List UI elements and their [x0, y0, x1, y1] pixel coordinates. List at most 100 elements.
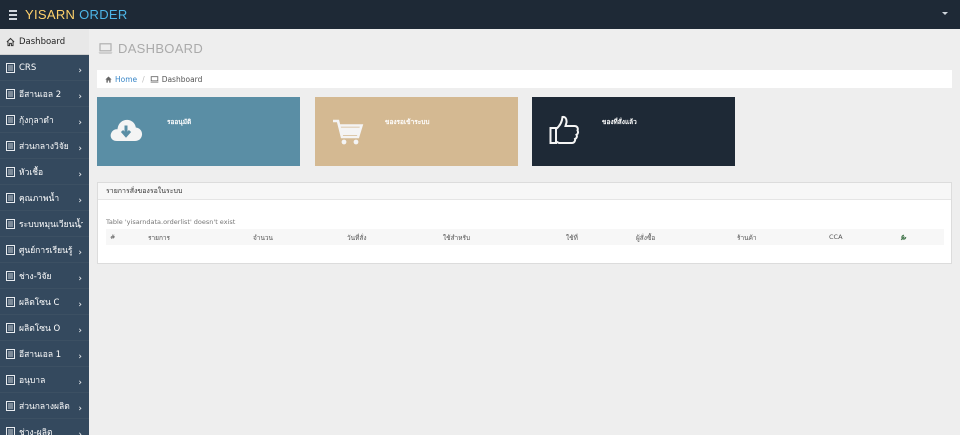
tile-label: รออนุมัติ	[167, 118, 192, 126]
sidebar-item-central-research[interactable]: ส่วนกลางวิจัย ›	[0, 133, 89, 159]
document-icon	[6, 296, 15, 307]
sidebar-item-label: หัวเชื้อ	[19, 167, 44, 178]
column-header[interactable]: #	[110, 233, 115, 241]
sidebar-item-label: กุ้งกุลาดำ	[19, 115, 54, 126]
chevron-right-icon: ›	[78, 66, 82, 76]
sidebar-item-label: อนุบาล	[19, 375, 46, 386]
chevron-right-icon: ›	[78, 92, 82, 102]
sidebar-item-label: CRS	[19, 62, 37, 73]
document-icon	[6, 88, 15, 99]
sidebar-item-dashboard[interactable]: Dashboard	[0, 29, 89, 55]
top-navbar: YISARN ORDER	[0, 0, 960, 29]
sidebar-item-label: อีสานเอล 1	[19, 349, 62, 360]
sidebar-item-label: ช่าง-ผลิต	[19, 427, 53, 435]
document-icon	[6, 426, 15, 435]
document-icon	[6, 192, 15, 203]
document-icon	[6, 62, 15, 73]
menu-toggle-icon[interactable]	[9, 9, 17, 20]
panel-title: รายการสั่งของรอในระบบ	[98, 183, 951, 200]
column-header[interactable]: CCA	[829, 233, 843, 241]
cloud-download-icon	[110, 119, 143, 141]
brand-part-1: YISARN	[25, 7, 76, 22]
sidebar-item-isanel-2[interactable]: อีสานเอล 2 ›	[0, 81, 89, 107]
sidebar-item-starter-culture[interactable]: หัวเชื้อ ›	[0, 159, 89, 185]
sidebar-item-technician-production[interactable]: ช่าง-ผลิต ›	[0, 419, 89, 435]
document-icon	[6, 322, 15, 333]
document-icon	[6, 400, 15, 411]
user-dropdown-caret-icon[interactable]	[942, 12, 948, 15]
sidebar-item-label: ผลิตโซน O	[19, 323, 61, 334]
sidebar-item-production-zone-c[interactable]: ผลิตโซน C ›	[0, 289, 89, 315]
sidebar-item-label: Dashboard	[19, 36, 66, 47]
chevron-right-icon: ›	[78, 248, 82, 258]
tile-label: ของรอเข้าระบบ	[385, 118, 430, 126]
sidebar-item-learning-center[interactable]: ศูนย์การเรียนรู้ ›	[0, 237, 89, 263]
pending-orders-panel: รายการสั่งของรอในระบบ Table 'yisarndata.…	[97, 182, 952, 264]
error-message: Table 'yisarndata.orderlist' doesn't exi…	[106, 218, 236, 226]
document-icon	[6, 270, 15, 281]
sidebar-item-label: ส่วนกลางวิจัย	[19, 141, 69, 152]
column-header[interactable]: รายการ	[148, 233, 170, 243]
document-icon	[6, 166, 15, 177]
breadcrumb: Home / Dashboard	[97, 70, 952, 88]
column-header[interactable]: จำนวน	[253, 233, 273, 243]
document-icon	[6, 374, 15, 385]
home-icon	[6, 37, 15, 46]
chevron-right-icon: ›	[78, 378, 82, 388]
tile-awaiting-entry[interactable]: ของรอเข้าระบบ	[315, 97, 518, 166]
column-header[interactable]: ผู้สั่งซื้อ	[636, 233, 655, 243]
chevron-right-icon: ›	[78, 300, 82, 310]
chevron-right-icon: ›	[78, 144, 82, 154]
column-header[interactable]: วันที่สั่ง	[347, 233, 367, 243]
chevron-right-icon: ›	[78, 170, 82, 180]
sidebar-item-label: ศูนย์การเรียนรู้	[19, 245, 73, 256]
thumbs-up-icon	[549, 115, 580, 144]
sidebar-item-central-production[interactable]: ส่วนกลางผลิต ›	[0, 393, 89, 419]
sidebar-item-label: ผลิตโซน C	[19, 297, 60, 308]
sidebar-item-label: ส่วนกลางผลิต	[19, 401, 70, 412]
tile-label: ของที่สั่งแล้ว	[602, 118, 637, 126]
chevron-right-icon: ›	[78, 222, 82, 232]
home-icon	[105, 76, 112, 83]
document-icon	[6, 244, 15, 255]
column-header[interactable]: ใช้สำหรับ	[443, 233, 470, 243]
document-icon	[6, 218, 15, 229]
sidebar-item-crs[interactable]: CRS ›	[0, 55, 89, 81]
shopping-cart-icon	[333, 119, 364, 145]
app-brand[interactable]: YISARN ORDER	[25, 7, 128, 22]
sidebar-item-technician-research[interactable]: ช่าง-วิจัย ›	[0, 263, 89, 289]
page-title-text: DASHBOARD	[118, 41, 204, 56]
breadcrumb-current: Dashboard	[161, 74, 203, 84]
document-icon	[6, 114, 15, 125]
chevron-right-icon: ›	[78, 404, 82, 414]
breadcrumb-separator: /	[142, 74, 145, 84]
sidebar-item-label: อีสานเอล 2	[19, 89, 62, 100]
chevron-right-icon: ›	[78, 430, 82, 435]
sidebar-item-isanel-1[interactable]: อีสานเอล 1 ›	[0, 341, 89, 367]
sidebar-item-water-recirculation[interactable]: ระบบหมุนเวียนน้ำ ›	[0, 211, 89, 237]
tile-pending-approval[interactable]: รออนุมัติ	[97, 97, 300, 166]
brand-part-2: ORDER	[75, 7, 128, 22]
wrench-icon[interactable]	[900, 233, 908, 241]
chevron-right-icon: ›	[78, 352, 82, 362]
column-header[interactable]: ร้านค้า	[737, 233, 757, 243]
breadcrumb-home-link[interactable]: Home	[115, 75, 137, 84]
page-title: DASHBOARD	[98, 41, 203, 56]
sidebar-item-production-zone-o[interactable]: ผลิตโซน O ›	[0, 315, 89, 341]
column-header[interactable]: ใช้ที่	[566, 233, 578, 243]
sidebar-item-label: คุณภาพน้ำ	[19, 193, 60, 204]
sidebar-item-water-quality[interactable]: คุณภาพน้ำ ›	[0, 185, 89, 211]
chevron-right-icon: ›	[78, 274, 82, 284]
chevron-right-icon: ›	[78, 326, 82, 336]
document-icon	[6, 348, 15, 359]
sidebar-item-black-tiger-shrimp[interactable]: กุ้งกุลาดำ ›	[0, 107, 89, 133]
sidebar: Dashboard CRS › อีสานเอล 2 › กุ้งกุลาดำ …	[0, 29, 89, 435]
sidebar-item-nursery[interactable]: อนุบาล ›	[0, 367, 89, 393]
sidebar-item-label: ช่าง-วิจัย	[19, 271, 52, 282]
laptop-icon	[98, 43, 113, 54]
chevron-right-icon: ›	[78, 118, 82, 128]
sidebar-item-label: ระบบหมุนเวียนน้ำ	[19, 219, 83, 230]
tile-ordered[interactable]: ของที่สั่งแล้ว	[532, 97, 735, 166]
table-header: # รายการ จำนวน วันที่สั่ง ใช้สำหรับ ใช้ท…	[106, 229, 944, 245]
document-icon	[6, 140, 15, 151]
